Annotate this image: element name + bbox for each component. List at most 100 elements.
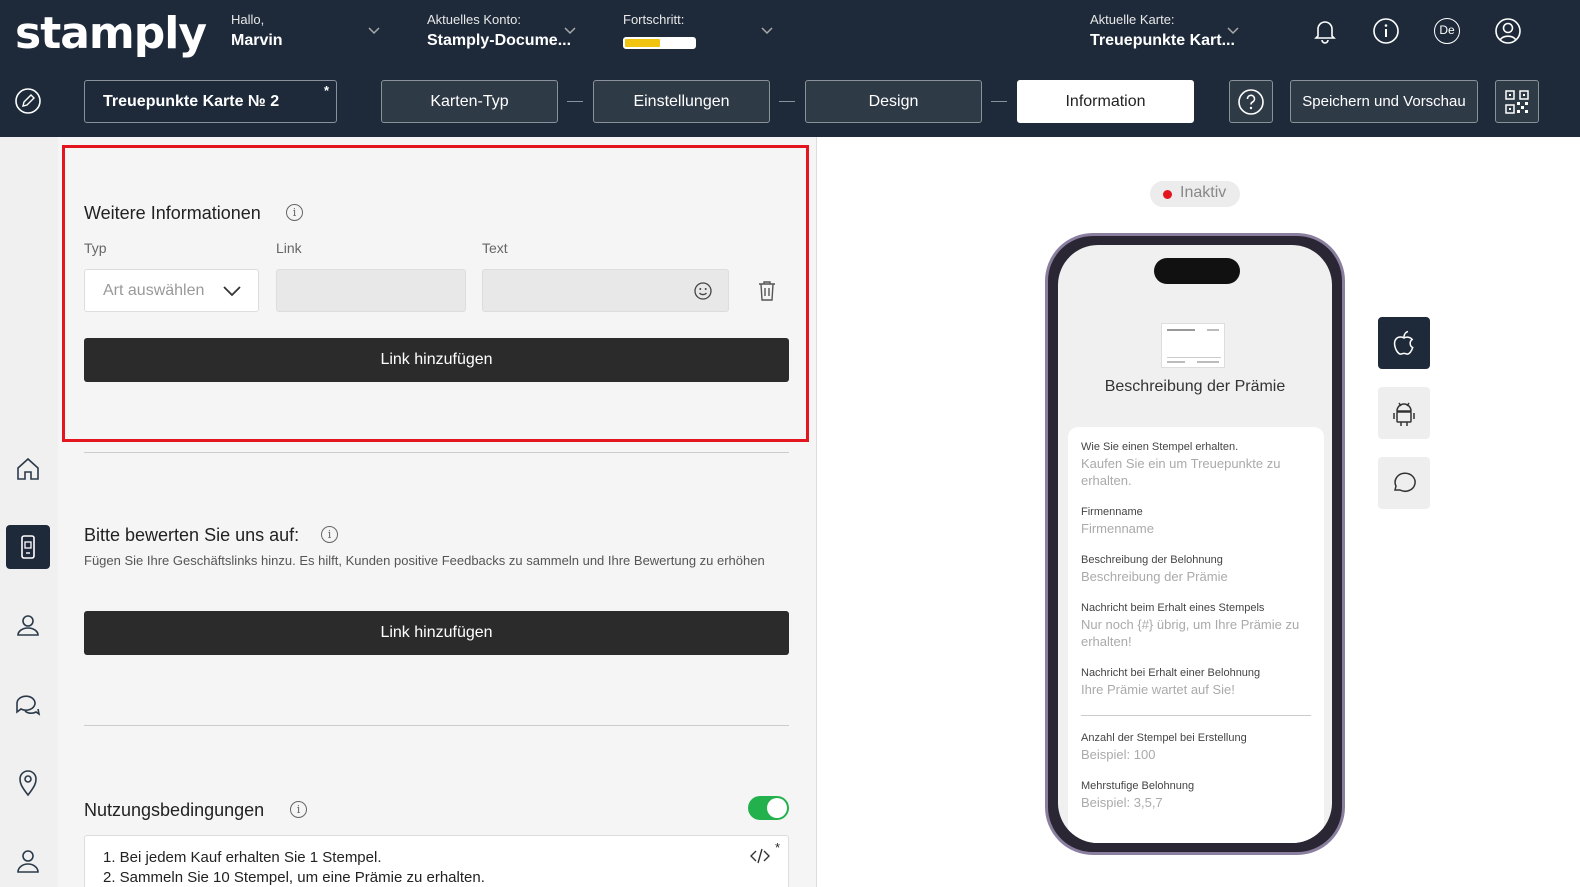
progress-block: Fortschritt: [623, 12, 684, 27]
type-select[interactable]: Art auswählen [84, 269, 259, 312]
preview-ios-button[interactable] [1378, 317, 1430, 369]
preview-field-value: Beispiel: 100 [1081, 747, 1156, 762]
android-icon [1393, 402, 1415, 426]
qr-code-button[interactable] [1495, 80, 1539, 123]
preview-field: Beschreibung der Belohnung Beschreibung d… [1081, 554, 1311, 585]
chat-icon [16, 695, 41, 716]
terms-textarea[interactable]: 1. Bei jedem Kauf erhalten Sie 1 Stempel… [84, 835, 789, 887]
account-label: Aktuelles Konto: [427, 12, 521, 27]
preview-field-value: Kaufen Sie ein um Treuepunkte zu erhalte… [1081, 456, 1281, 488]
type-placeholder: Art auswählen [103, 282, 205, 299]
apple-icon [1393, 330, 1414, 355]
review-description: Fügen Sie Ihre Geschäftslinks hinzu. Es … [84, 553, 765, 568]
terms-line: 1. Bei jedem Kauf erhalten Sie 1 Stempel… [103, 849, 382, 866]
preview-title: Beschreibung der Prämie [1104, 378, 1286, 395]
preview-field: Mehrstufige Belohnung Beispiel: 3,5,7 [1081, 780, 1311, 811]
emoji-icon[interactable] [694, 282, 712, 300]
card-thumbnail [1161, 323, 1225, 368]
step-information[interactable]: Information [1017, 80, 1194, 123]
additional-info-title: Weitere Informationen [84, 203, 261, 223]
greeting-label: Hallo, [231, 12, 265, 27]
chevron-down-icon[interactable] [1227, 27, 1239, 35]
dynamic-island [1154, 258, 1240, 284]
chevron-down-icon[interactable] [564, 27, 576, 35]
phone-screen: Beschreibung der Prämie Wie Sie einen St… [1058, 245, 1332, 843]
step-card-type[interactable]: Karten-Typ [381, 80, 558, 123]
edit-icon[interactable] [14, 87, 42, 115]
sidebar-item-messages[interactable] [6, 683, 50, 727]
user-menu[interactable]: Hallo, Marvin [231, 12, 283, 50]
phone-mockup: Beschreibung der Prämie Wie Sie einen St… [1045, 233, 1345, 855]
step-design[interactable]: Design [805, 80, 982, 123]
card-label: Aktuelle Karte: [1090, 12, 1175, 27]
preview-message-button[interactable] [1378, 457, 1430, 509]
progress-bar [623, 37, 696, 49]
sidebar-item-cards[interactable] [6, 525, 50, 569]
progress-label: Fortschritt: [623, 12, 685, 27]
status-dot [1163, 190, 1172, 199]
terms-title: Nutzungsbedingungen [84, 800, 265, 820]
language-switcher[interactable]: De [1433, 17, 1461, 45]
add-review-link-button[interactable]: Link hinzufügen [84, 611, 789, 655]
chevron-down-icon[interactable] [368, 27, 380, 35]
review-title: Bitte bewerten Sie uns auf: [84, 525, 300, 545]
preview-field: Firmenname Firmenname [1081, 506, 1311, 537]
sidebar-item-customers[interactable] [6, 603, 50, 647]
location-pin-icon [19, 770, 37, 797]
preview-field-label: Firmenname [1081, 506, 1143, 518]
terms-toggle[interactable] [748, 796, 789, 820]
trash-icon[interactable] [758, 280, 776, 301]
logo[interactable]: stamply [15, 8, 207, 59]
sidebar-item-home[interactable] [6, 447, 50, 491]
profile-icon[interactable] [1494, 17, 1522, 45]
sidebar-item-account[interactable] [6, 839, 50, 883]
preview-android-button[interactable] [1378, 387, 1430, 439]
info-icon[interactable]: i [321, 526, 338, 543]
preview-field: Anzahl der Stempel bei Erstellung Beispie… [1081, 732, 1311, 763]
info-icon[interactable]: i [290, 801, 307, 818]
add-info-link-button[interactable]: Link hinzufügen [84, 338, 789, 382]
preview-panel: Inaktiv Beschreibung der Prämie Wie Sie … [818, 137, 1580, 887]
preview-field-value: Beschreibung der Prämie [1081, 569, 1228, 584]
preview-field-value: Beispiel: 3,5,7 [1081, 795, 1163, 810]
status-badge: Inaktiv [1150, 181, 1240, 207]
step-divider [567, 101, 583, 102]
chevron-down-icon[interactable] [761, 27, 773, 35]
type-label: Typ [84, 240, 107, 256]
bell-icon[interactable] [1311, 17, 1339, 45]
top-bar: stamply Hallo, Marvin Aktuelles Konto: S… [0, 0, 1580, 137]
preview-divider [1081, 715, 1311, 716]
home-icon [17, 457, 39, 480]
preview-field-value: Firmenname [1081, 521, 1154, 536]
card-selector[interactable]: Aktuelle Karte: Treuepunkte Kart... [1090, 12, 1235, 50]
required-marker: * [774, 840, 780, 855]
preview-field-value: Nur noch {#} übrig, um Ihre Prämie zu er… [1081, 617, 1300, 649]
divider [84, 452, 789, 453]
preview-field-value: Ihre Prämie wartet auf Sie! [1081, 682, 1235, 697]
info-icon[interactable]: i [286, 204, 303, 221]
preview-field: Wie Sie einen Stempel erhalten. Kaufen Si… [1081, 441, 1311, 489]
step-divider [779, 101, 795, 102]
user-icon [17, 850, 39, 873]
card-value: Treuepunkte Kart... [1090, 32, 1235, 49]
step-settings[interactable]: Einstellungen [593, 80, 770, 123]
preview-field: Nachricht bei Erhalt einer Belohnung Ihre… [1081, 667, 1311, 698]
help-icon [1238, 88, 1264, 115]
preview-field-label: Nachricht bei Erhalt einer Belohnung [1081, 667, 1261, 679]
code-icon[interactable] [750, 848, 770, 864]
account-selector[interactable]: Aktuelles Konto: Stamply-Docume... [427, 12, 571, 50]
text-label: Text [482, 240, 508, 256]
text-input[interactable] [482, 269, 729, 312]
help-button[interactable] [1229, 80, 1273, 123]
link-input[interactable] [276, 269, 466, 312]
sidebar-item-locations[interactable] [6, 761, 50, 805]
toggle-knob [767, 798, 787, 818]
preview-field: Nachricht beim Erhalt eines Stempels Nur … [1081, 602, 1311, 650]
step-divider [991, 101, 1007, 102]
terms-line: 2. Sammeln Sie 10 Stempel, um eine Prämi… [103, 869, 485, 886]
chevron-down-icon [223, 286, 241, 297]
info-icon[interactable] [1372, 17, 1400, 45]
users-icon [17, 615, 39, 636]
save-preview-button[interactable]: Speichern und Vorschau [1290, 80, 1478, 123]
card-name-field[interactable]: Treuepunkte Karte № 2 * [84, 80, 337, 123]
